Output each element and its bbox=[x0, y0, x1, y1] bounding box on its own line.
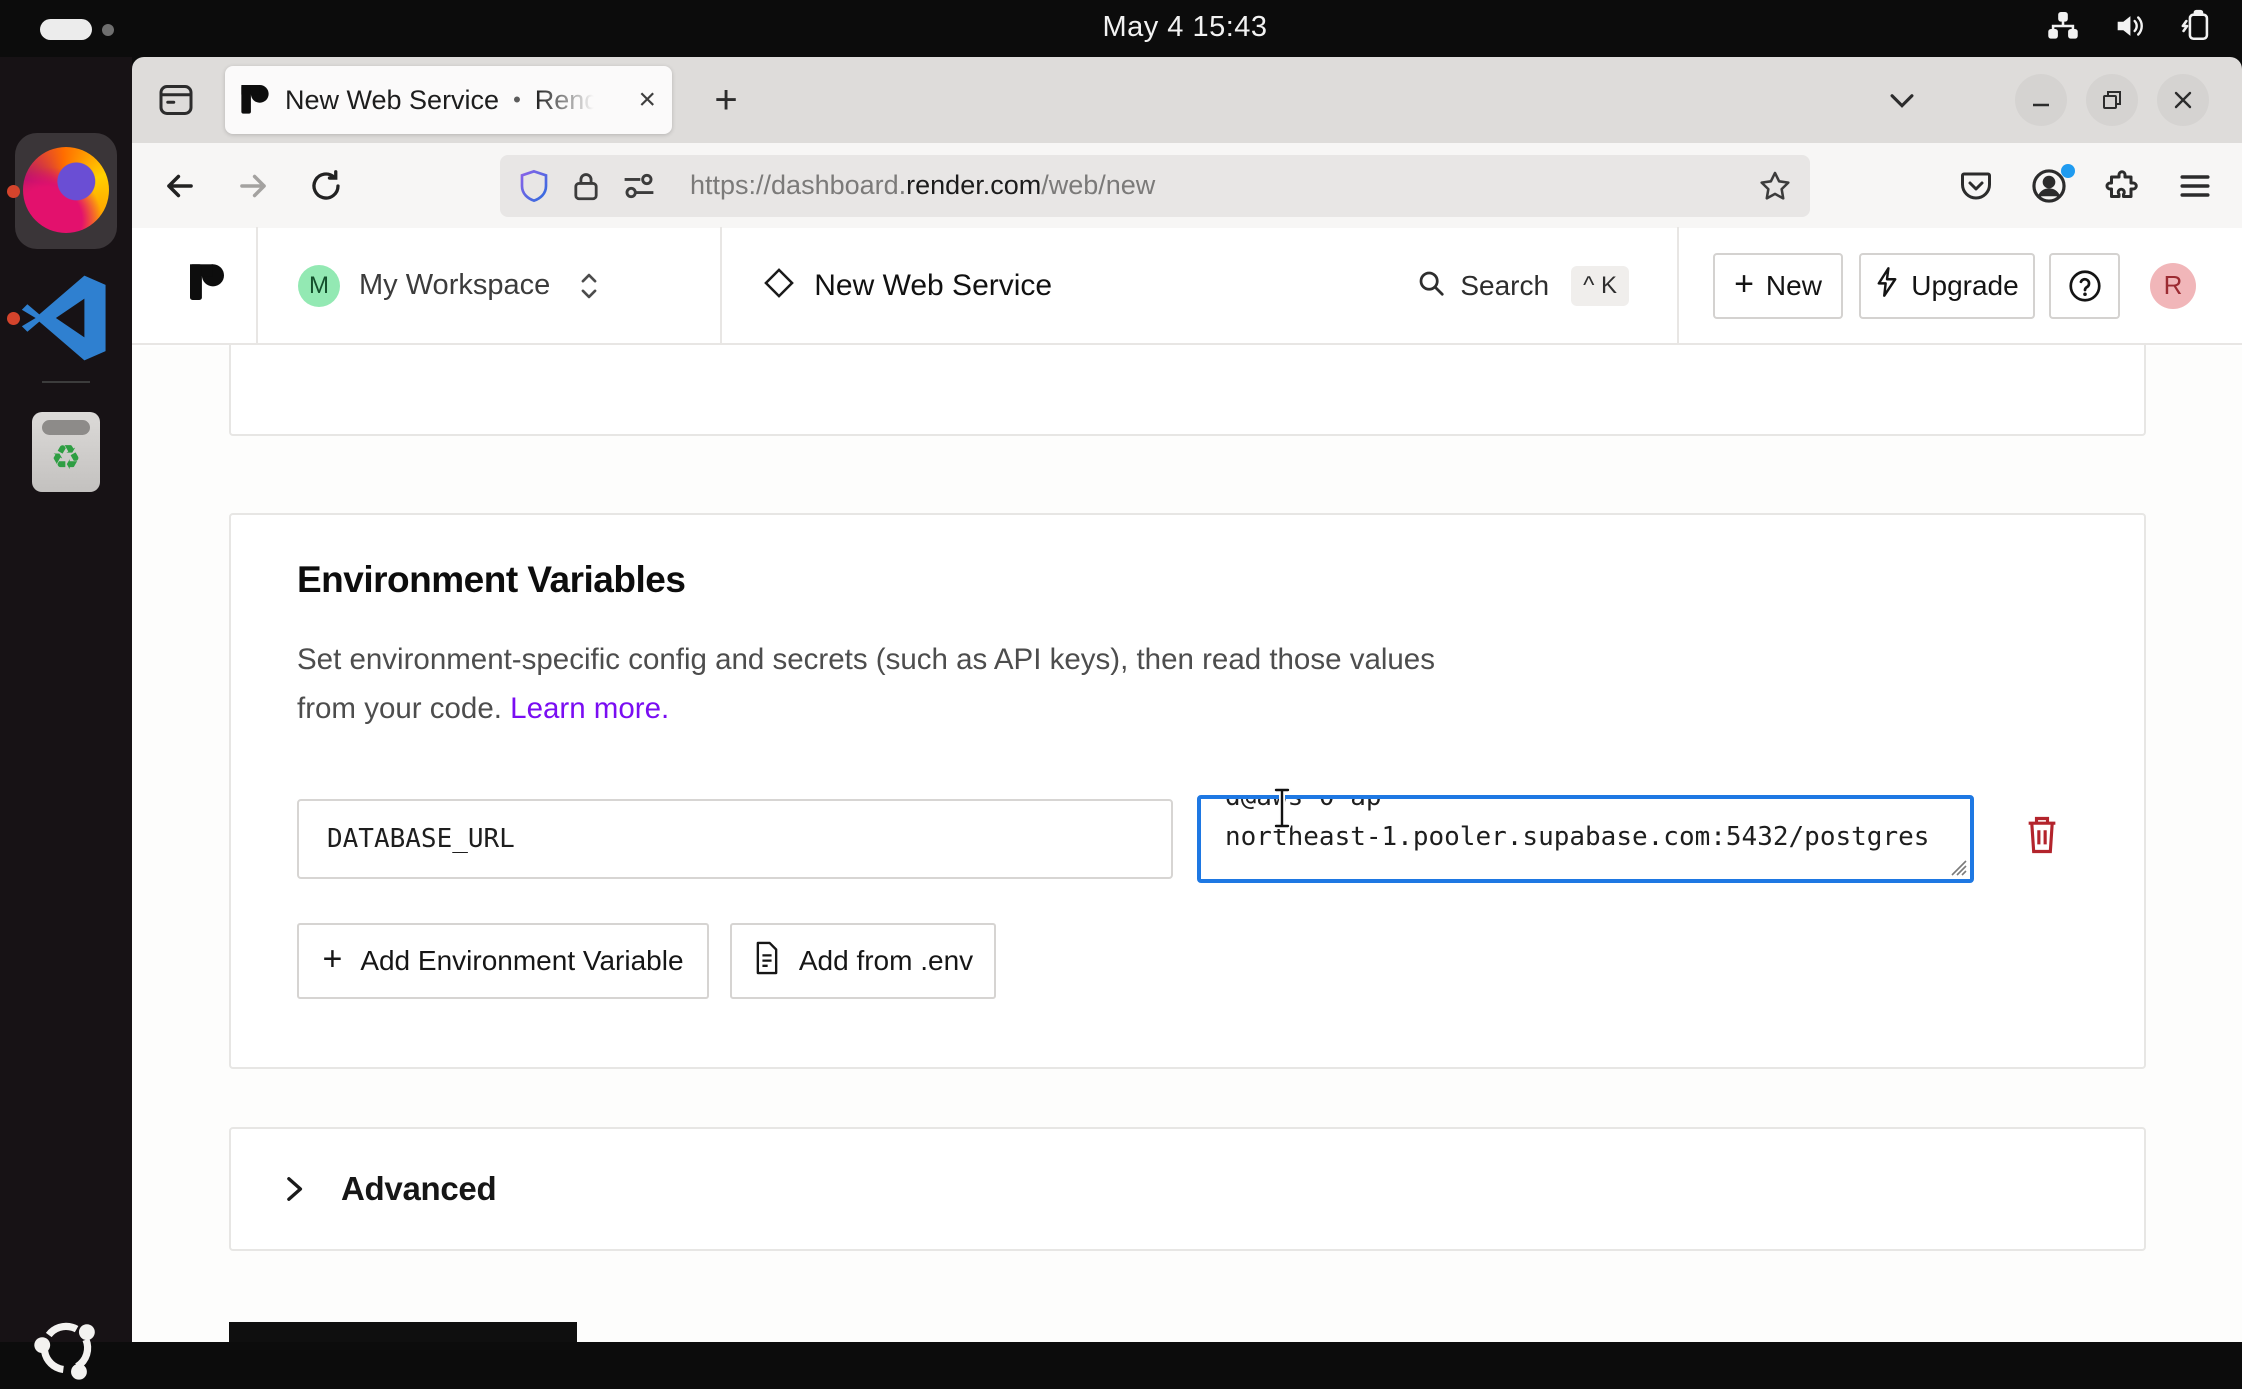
header-divider bbox=[1677, 227, 1679, 344]
dock-divider bbox=[42, 381, 90, 383]
delete-variable-button[interactable] bbox=[2023, 813, 2063, 859]
workspace-indicator-dot[interactable] bbox=[102, 24, 114, 36]
workspace-avatar: M bbox=[298, 265, 340, 307]
env-value-text: d@aws-0-ap- northeast-1.pooler.supabase.… bbox=[1201, 795, 1970, 857]
window-close-button[interactable] bbox=[2157, 74, 2209, 126]
permissions-sliders-icon[interactable] bbox=[622, 172, 656, 200]
extensions-puzzle-icon[interactable] bbox=[2098, 162, 2146, 210]
system-clock[interactable]: May 4 15:43 bbox=[1040, 11, 1330, 44]
dock-item-trash[interactable]: ♻ bbox=[32, 412, 100, 492]
env-key-input[interactable] bbox=[297, 799, 1173, 879]
workspace-indicator-pill[interactable] bbox=[40, 19, 92, 40]
window-restore-button[interactable] bbox=[2086, 74, 2138, 126]
tab-favicon-render bbox=[241, 85, 269, 115]
lightning-icon bbox=[1875, 267, 1899, 304]
back-button[interactable] bbox=[156, 162, 204, 210]
help-button[interactable] bbox=[2049, 253, 2120, 319]
account-icon[interactable] bbox=[2025, 162, 2073, 210]
tab-title: New Web Service • Rend bbox=[285, 85, 632, 116]
browser-tab[interactable]: New Web Service • Rend × bbox=[225, 66, 672, 134]
browser-window: New Web Service • Rend × + bbox=[132, 57, 2242, 1342]
system-top-bar: May 4 15:43 bbox=[0, 0, 2242, 57]
upgrade-button[interactable]: Upgrade bbox=[1859, 253, 2035, 319]
tracking-protection-shield-icon[interactable] bbox=[518, 168, 550, 204]
bookmark-star-icon[interactable] bbox=[1758, 169, 1792, 203]
forward-button[interactable] bbox=[229, 162, 277, 210]
ubuntu-launcher-icon[interactable] bbox=[30, 1312, 102, 1384]
new-button[interactable]: + New bbox=[1713, 253, 1843, 319]
firefox-icon bbox=[23, 147, 109, 233]
plus-icon: + bbox=[1734, 267, 1754, 301]
workspace-switcher[interactable]: M My Workspace bbox=[298, 265, 602, 307]
header-divider bbox=[720, 227, 722, 344]
add-from-env-button[interactable]: Add from .env bbox=[730, 923, 996, 999]
navigation-toolbar: https://dashboard.render.com/web/new bbox=[132, 143, 2242, 228]
system-tray[interactable] bbox=[2046, 0, 2216, 57]
render-logo-icon[interactable] bbox=[190, 263, 224, 308]
advanced-section-toggle[interactable]: Advanced bbox=[229, 1127, 2146, 1251]
workspace-name: My Workspace bbox=[359, 269, 550, 302]
tab-bar: New Web Service • Rend × + bbox=[132, 57, 2242, 143]
header-divider bbox=[256, 227, 258, 344]
advanced-label: Advanced bbox=[341, 1170, 496, 1208]
page-content: Environment Variables Set environment-sp… bbox=[132, 347, 2242, 1342]
deploy-web-service-button[interactable]: Deploy Web Service bbox=[229, 1322, 577, 1342]
recycle-icon: ♻ bbox=[32, 438, 100, 478]
address-bar[interactable]: https://dashboard.render.com/web/new bbox=[500, 155, 1810, 217]
chevron-up-down-icon bbox=[576, 269, 602, 303]
pocket-icon[interactable] bbox=[1952, 162, 2000, 210]
search-button[interactable]: Search ^ K bbox=[1416, 266, 1629, 306]
document-icon bbox=[753, 941, 781, 982]
dock-item-firefox[interactable] bbox=[15, 133, 117, 249]
window-minimize-button[interactable] bbox=[2015, 74, 2067, 126]
firefox-view-button[interactable] bbox=[152, 76, 200, 124]
chevron-right-icon bbox=[279, 1171, 309, 1207]
firefox-running-dot bbox=[7, 185, 20, 198]
learn-more-link[interactable]: Learn more. bbox=[510, 692, 669, 725]
toolbar-right-icons bbox=[1952, 162, 2219, 210]
reload-button[interactable] bbox=[302, 162, 350, 210]
environment-variables-card: Environment Variables Set environment-sp… bbox=[229, 513, 2146, 1069]
render-dashboard: M My Workspace New Web Service bbox=[132, 228, 2242, 1342]
section-heading: Environment Variables bbox=[297, 559, 685, 601]
vscode-icon bbox=[20, 272, 112, 364]
search-icon bbox=[1416, 268, 1446, 303]
user-avatar[interactable]: R bbox=[2150, 263, 2196, 309]
new-tab-button[interactable]: + bbox=[700, 74, 752, 126]
search-shortcut-badge: ^ K bbox=[1571, 266, 1629, 306]
text-cursor-pointer bbox=[1270, 785, 1294, 836]
page-title: New Web Service bbox=[814, 269, 1052, 303]
url-text[interactable]: https://dashboard.render.com/web/new bbox=[690, 170, 1758, 201]
env-value-textarea[interactable]: d@aws-0-ap- northeast-1.pooler.supabase.… bbox=[1197, 795, 1974, 883]
battery-charging-icon bbox=[2178, 9, 2216, 48]
network-tree-icon bbox=[2046, 9, 2080, 48]
tab-separator: • bbox=[513, 87, 521, 113]
plus-icon: + bbox=[322, 942, 342, 976]
dock: ♻ bbox=[0, 57, 132, 1342]
lock-icon[interactable] bbox=[572, 169, 600, 203]
dock-item-vscode[interactable] bbox=[20, 272, 112, 364]
breadcrumb: New Web Service bbox=[764, 268, 1052, 303]
question-mark-icon bbox=[2067, 268, 2103, 304]
previous-section-card-partial bbox=[229, 345, 2146, 436]
add-environment-variable-button[interactable]: + Add Environment Variable bbox=[297, 923, 709, 999]
volume-icon bbox=[2112, 9, 2146, 48]
trash-lid bbox=[42, 420, 90, 435]
tab-close-icon[interactable]: × bbox=[638, 85, 656, 115]
resize-handle[interactable] bbox=[1948, 857, 1968, 877]
section-description: Set environment-specific config and secr… bbox=[297, 635, 1487, 733]
vscode-running-dot bbox=[7, 312, 20, 325]
list-all-tabs-button[interactable] bbox=[1885, 83, 1919, 117]
menu-hamburger-icon[interactable] bbox=[2171, 162, 2219, 210]
app-header: M My Workspace New Web Service bbox=[132, 228, 2242, 345]
account-notification-dot bbox=[2061, 164, 2075, 178]
diamond-icon bbox=[764, 268, 794, 303]
